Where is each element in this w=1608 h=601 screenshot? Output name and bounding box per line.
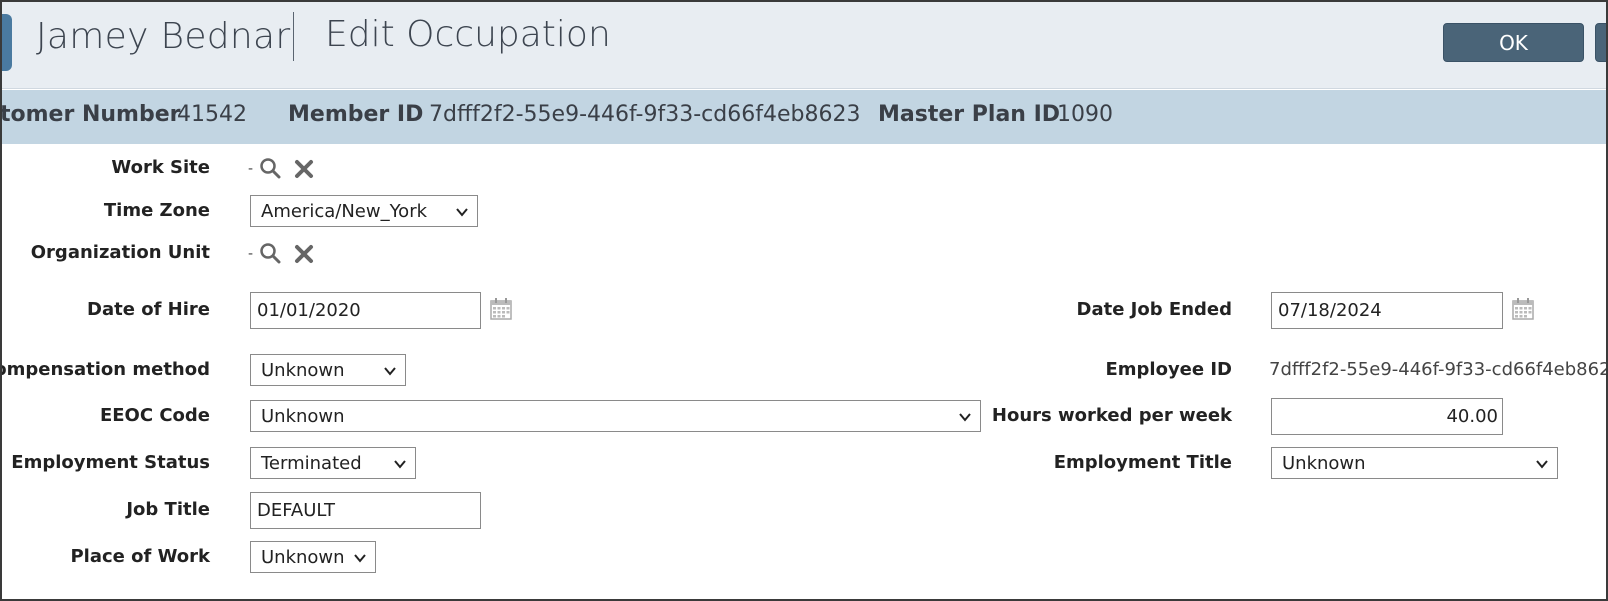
hours-worked-label: Hours worked per week: [991, 405, 1232, 426]
page-header: Jamey Bednar Edit Occupation OK: [2, 2, 1606, 89]
compensation-method-select[interactable]: Unknown: [250, 354, 406, 386]
secondary-button[interactable]: [1595, 23, 1606, 62]
organization-unit-value: -: [248, 246, 254, 262]
member-id-value: 7dfff2f2-55e9-446f-9f33-cd66f4eb8623: [429, 102, 861, 127]
employee-id-label: Employee ID: [1105, 359, 1232, 380]
date-job-ended-label: Date Job Ended: [1076, 299, 1232, 320]
chevron-down-icon: [1536, 460, 1548, 469]
work-site-label: Work Site: [111, 157, 210, 178]
job-title-label: Job Title: [126, 499, 210, 520]
work-site-value: -: [248, 161, 254, 177]
customer-number-value: 41542: [177, 102, 247, 127]
employment-status-value: Terminated: [261, 452, 362, 474]
hours-worked-field[interactable]: 40.00: [1271, 398, 1503, 435]
employment-status-select[interactable]: Terminated: [250, 447, 416, 479]
info-bar: tomer Number 41542 Member ID 7dfff2f2-55…: [0, 90, 1606, 144]
date-job-ended-field[interactable]: 07/18/2024: [1271, 292, 1503, 329]
date-of-hire-field[interactable]: 01/01/2020: [250, 292, 481, 329]
calendar-icon[interactable]: [489, 297, 513, 321]
chevron-down-icon: [384, 367, 396, 376]
place-of-work-label: Place of Work: [70, 546, 210, 567]
time-zone-select[interactable]: America/New_York: [250, 195, 478, 227]
close-icon[interactable]: [294, 159, 314, 179]
employment-title-value: Unknown: [1282, 452, 1366, 474]
eeoc-code-value: Unknown: [261, 405, 345, 427]
close-icon[interactable]: [294, 244, 314, 264]
place-of-work-value: Unknown: [261, 546, 345, 568]
employment-status-label: Employment Status: [11, 452, 210, 473]
employment-title-label: Employment Title: [1053, 452, 1232, 473]
master-plan-id-label: Master Plan ID: [878, 102, 1061, 127]
employee-id-value: 7dfff2f2-55e9-446f-9f33-cd66f4eb8623: [1269, 359, 1608, 380]
date-of-hire-label: Date of Hire: [87, 299, 210, 320]
person-name: Jamey Bednar: [36, 16, 291, 57]
compensation-method-label: Compensation method: [0, 359, 210, 380]
page-title: Edit Occupation: [325, 14, 611, 55]
time-zone-value: America/New_York: [261, 200, 428, 222]
chevron-down-icon: [354, 554, 366, 563]
chevron-down-icon: [394, 460, 406, 469]
employment-title-select[interactable]: Unknown: [1271, 447, 1558, 479]
organization-unit-label: Organization Unit: [30, 242, 210, 263]
edit-occupation-window: Jamey Bednar Edit Occupation OK tomer Nu…: [0, 0, 1608, 601]
chevron-down-icon: [456, 208, 468, 217]
compensation-method-value: Unknown: [261, 359, 345, 381]
customer-number-label: tomer Number: [0, 102, 181, 127]
place-of-work-select[interactable]: Unknown: [250, 541, 376, 573]
search-icon[interactable]: [259, 242, 281, 264]
side-tab[interactable]: [2, 14, 12, 71]
calendar-icon[interactable]: [1511, 297, 1535, 321]
header-divider: [293, 12, 294, 61]
chevron-down-icon: [959, 413, 971, 422]
eeoc-code-label: EEOC Code: [99, 405, 210, 426]
eeoc-code-select[interactable]: Unknown: [250, 400, 981, 432]
master-plan-id-value: 1090: [1057, 102, 1113, 127]
ok-button[interactable]: OK: [1443, 23, 1584, 62]
member-id-label: Member ID: [288, 102, 424, 127]
search-icon[interactable]: [259, 157, 281, 179]
time-zone-label: Time Zone: [103, 200, 210, 221]
job-title-field[interactable]: DEFAULT: [250, 492, 481, 529]
